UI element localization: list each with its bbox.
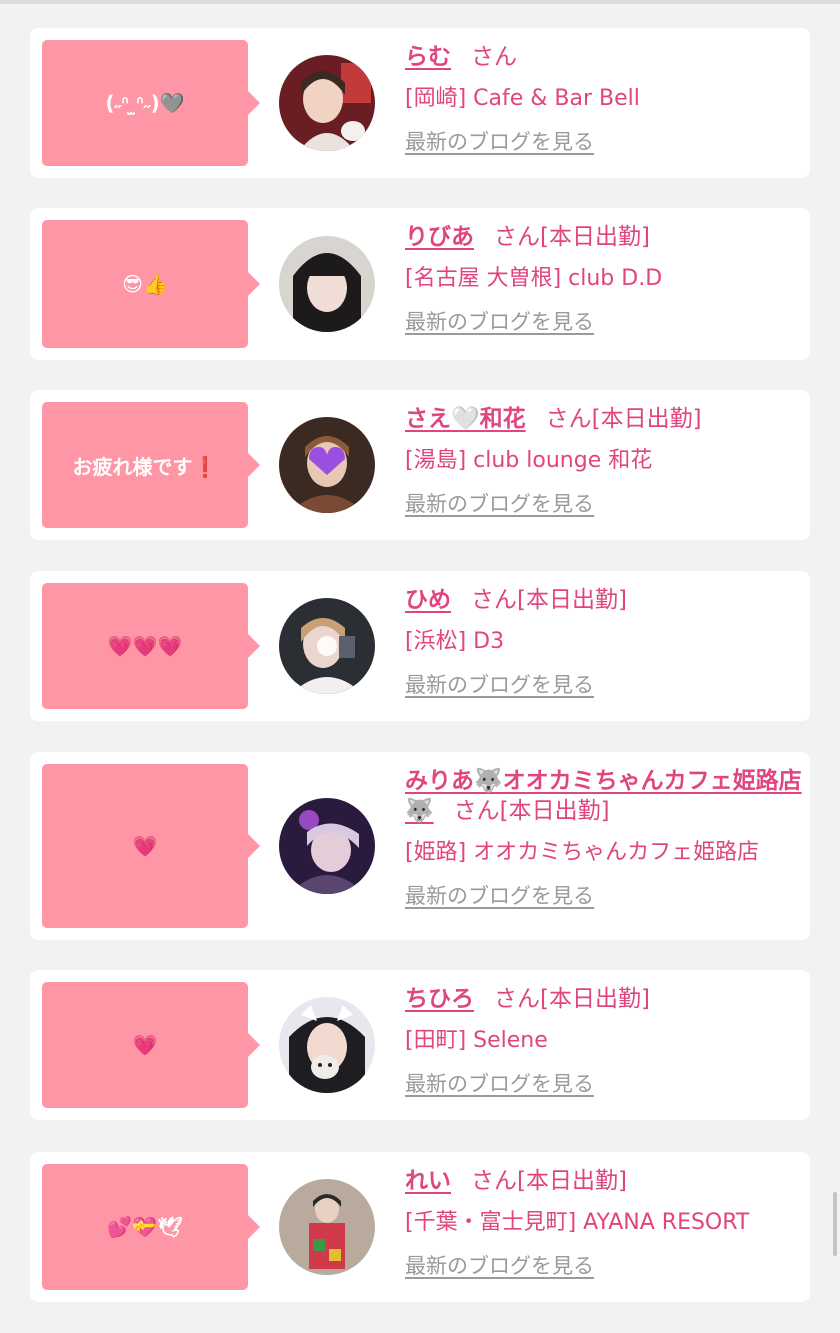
staff-card: 💗💗💗 ひめ さん[本日出勤] [浜松] D3 最新のブログを見る [30, 571, 810, 721]
staff-name-link[interactable]: ひめ [405, 587, 451, 613]
shop-label: [岡崎] Cafe & Bar Bell [405, 86, 640, 111]
honorific: さん [494, 224, 540, 250]
status-badge: [本日出勤] [517, 1168, 627, 1194]
avatar[interactable] [279, 236, 375, 332]
scrollbar[interactable] [833, 1192, 837, 1256]
message-bubble: 💗💗💗 [42, 583, 260, 709]
avatar[interactable] [279, 55, 375, 151]
honorific: さん [545, 406, 592, 432]
staff-name-link[interactable]: らむ [405, 44, 451, 70]
message-bubble: 😎👍 [42, 220, 260, 348]
avatar[interactable] [279, 1179, 375, 1275]
latest-blog-link[interactable]: 最新のブログを見る [405, 308, 594, 336]
staff-card: 😎👍 りびあ さん[本日出勤] [名古屋 大曽根] club D.D 最新のブログ… [30, 208, 810, 360]
shop-label: [湯島] club lounge 和花 [405, 448, 653, 473]
latest-blog-link[interactable]: 最新のブログを見る [405, 128, 594, 156]
message-bubble: お疲れ様です❗️ [42, 402, 260, 528]
staff-card: 💗 ちひろ さん[本日出勤] [田町] Selene 最新のブログを見る [30, 970, 810, 1120]
staff-name-link[interactable]: れい [405, 1168, 451, 1194]
status-badge: [本日出勤] [517, 587, 627, 613]
shop-label: [浜松] D3 [405, 629, 505, 654]
honorific: さん [471, 1168, 517, 1194]
avatar[interactable] [279, 598, 375, 694]
shop-label: [千葉・富士見町] AYANA RESORT [405, 1210, 750, 1235]
latest-blog-link[interactable]: 最新のブログを見る [405, 882, 594, 910]
staff-name-link[interactable]: りびあ [405, 224, 474, 250]
message-bubble: 💕💝🕊 [42, 1164, 260, 1290]
latest-blog-link[interactable]: 最新のブログを見る [405, 490, 594, 518]
message-bubble: 💗 [42, 764, 260, 928]
shop-label: [名古屋 大曽根] club D.D [405, 266, 663, 291]
avatar[interactable] [279, 997, 375, 1093]
honorific: さん [494, 986, 540, 1012]
shop-label: [姫路] オオカミちゃんカフェ姫路店 [405, 840, 760, 865]
avatar[interactable] [279, 417, 375, 513]
honorific: さん [471, 587, 517, 613]
staff-name-link[interactable]: さえ🤍和花 [405, 406, 526, 432]
status-badge: [本日出勤] [540, 224, 650, 250]
status-badge: [本日出勤] [540, 986, 650, 1012]
honorific: さん [453, 798, 500, 824]
honorific: さん [471, 44, 517, 70]
staff-card: 💗 みりあ🐺オオカミちゃんカフェ姫路店🐺 さん[本日出勤] [姫路] オオカミちゃ… [30, 752, 810, 940]
staff-card: (˶ᐢ ̫ᐢ˶)🩶 らむ さん [岡崎] Cafe & Bar Bell 最新のブ… [30, 28, 810, 178]
staff-card: 💕💝🕊 れい さん[本日出勤] [千葉・富士見町] AYANA RESORT 最新… [30, 1152, 810, 1302]
top-divider [0, 0, 840, 4]
latest-blog-link[interactable]: 最新のブログを見る [405, 671, 594, 699]
message-bubble: (˶ᐢ ̫ᐢ˶)🩶 [42, 40, 260, 166]
latest-blog-link[interactable]: 最新のブログを見る [405, 1252, 594, 1280]
message-bubble: 💗 [42, 982, 260, 1108]
status-badge: [本日出勤] [591, 406, 702, 432]
staff-name-link[interactable]: ちひろ [405, 986, 474, 1012]
staff-card: お疲れ様です❗️ さえ🤍和花 さん[本日出勤] [湯島] club lounge … [30, 390, 810, 540]
status-badge: [本日出勤] [499, 798, 610, 824]
avatar[interactable] [279, 798, 375, 894]
shop-label: [田町] Selene [405, 1028, 548, 1053]
latest-blog-link[interactable]: 最新のブログを見る [405, 1070, 594, 1098]
